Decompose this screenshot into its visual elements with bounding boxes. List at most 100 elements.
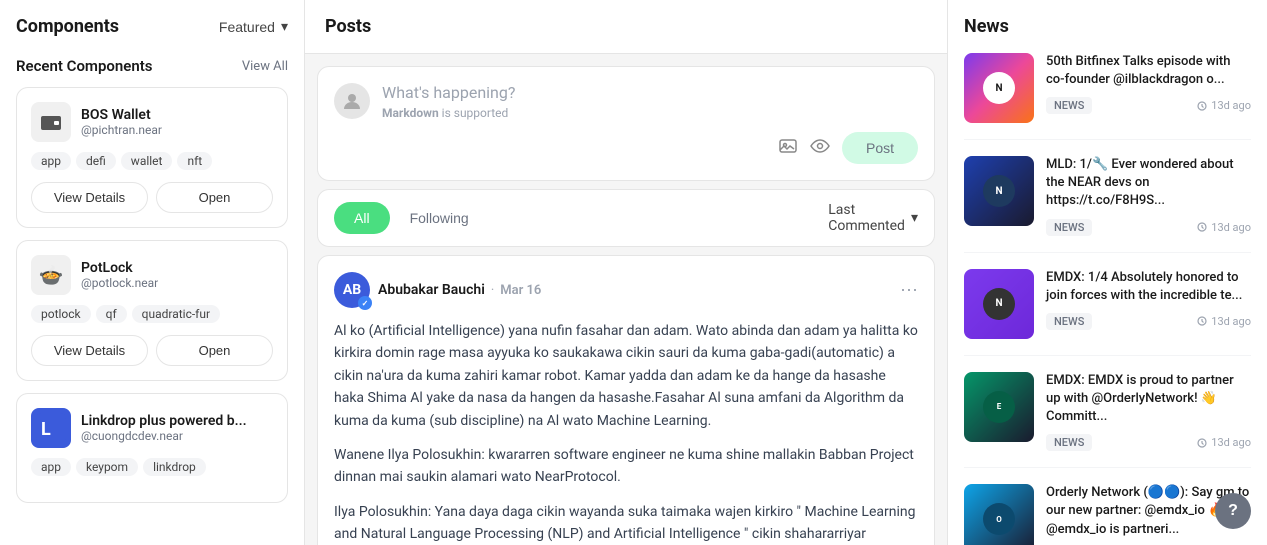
bos-wallet-icon (31, 102, 71, 142)
recent-components-header: Recent Components View All (16, 57, 288, 75)
news-meta-1: NEWS 13d ago (1046, 97, 1251, 114)
news-badge-2: NEWS (1046, 219, 1092, 236)
news-meta-4: NEWS 13d ago (1046, 434, 1251, 451)
news-info-2: MLD: 1/🔧 Ever wondered about the NEAR de… (1046, 156, 1251, 236)
potlock-open-button[interactable]: Open (156, 335, 273, 366)
filter-tabs: All Following (334, 202, 489, 234)
component-card-header: BOS Wallet @pichtran.near (31, 102, 273, 142)
tag-potlock: potlock (31, 305, 91, 323)
main-feed: Posts What's happening? Markdown is supp… (305, 0, 947, 545)
linkdrop-card-header: L Linkdrop plus powered b... @cuongdcdev… (31, 408, 273, 448)
bos-wallet-actions: View Details Open (31, 182, 273, 213)
bos-wallet-open-button[interactable]: Open (156, 182, 273, 213)
potlock-info: PotLock @potlock.near (81, 260, 273, 290)
post-menu-button[interactable]: ⋯ (900, 280, 918, 301)
posts-header: Posts (305, 0, 947, 54)
bos-wallet-tags: app defi wallet nft (31, 152, 273, 170)
compose-markdown-hint: Markdown is supported (382, 106, 918, 120)
post-card: AB ✓ Abubakar Bauchi · Mar 16 ⋯ Al ko (A… (317, 255, 935, 545)
post-author-info: Abubakar Bauchi · Mar 16 (378, 282, 541, 298)
filter-tab-following[interactable]: Following (390, 202, 489, 234)
featured-label: Featured (219, 19, 275, 35)
preview-button[interactable] (810, 136, 830, 161)
sidebar-title: Components (16, 16, 119, 37)
news-info-1: 50th Bitfinex Talks episode with co-foun… (1046, 53, 1251, 123)
potlock-tags: potlock qf quadratic-fur (31, 305, 273, 323)
compose-inner: What's happening? Markdown is supported (334, 83, 918, 120)
linkdrop-handle: @cuongdcdev.near (81, 429, 273, 443)
news-headline-2: MLD: 1/🔧 Ever wondered about the NEAR de… (1046, 156, 1251, 211)
verified-badge: ✓ (358, 296, 372, 310)
component-card-potlock: 🍲 PotLock @potlock.near potlock qf quadr… (16, 240, 288, 381)
sidebar-header: Components Featured ▾ (16, 16, 288, 37)
news-thumb-5: O (964, 484, 1034, 545)
potlock-card-header: 🍲 PotLock @potlock.near (31, 255, 273, 295)
news-headline-4: EMDX: EMDX is proud to partner up with @… (1046, 372, 1251, 427)
potlock-view-details-button[interactable]: View Details (31, 335, 148, 366)
chevron-down-icon: ▾ (281, 18, 288, 35)
news-time-3: 13d ago (1197, 315, 1251, 328)
sort-dropdown[interactable]: LastCommented ▾ (828, 202, 918, 234)
news-meta-2: NEWS 13d ago (1046, 219, 1251, 236)
filter-tab-all[interactable]: All (334, 202, 390, 234)
linkdrop-icon: L (31, 408, 71, 448)
tag-app: app (31, 152, 71, 170)
post-author-name: Abubakar Bauchi · Mar 16 (378, 282, 541, 298)
bos-wallet-view-details-button[interactable]: View Details (31, 182, 148, 213)
news-time-2: 13d ago (1197, 221, 1251, 234)
post-avatar: AB ✓ (334, 272, 370, 308)
news-thumb-4: E (964, 372, 1034, 442)
near-logo-2: N (983, 175, 1015, 207)
compose-actions: Post (334, 132, 918, 164)
recent-components-title: Recent Components (16, 57, 152, 75)
tag-app: app (31, 458, 71, 476)
linkdrop-info: Linkdrop plus powered b... @cuongdcdev.n… (81, 413, 273, 443)
image-upload-button[interactable] (778, 136, 798, 161)
bos-wallet-handle: @pichtran.near (81, 123, 273, 137)
news-badge-4: NEWS (1046, 434, 1092, 451)
news-headline-3: EMDX: 1/4 Absolutely honored to join for… (1046, 269, 1251, 305)
post-paragraph-3: Ilya Polosukhin: Yana daya daga cikin wa… (334, 501, 918, 545)
news-item-4[interactable]: E EMDX: EMDX is proud to partner up with… (964, 372, 1251, 469)
news-item-3[interactable]: N EMDX: 1/4 Absolutely honored to join f… (964, 269, 1251, 356)
news-info-3: EMDX: 1/4 Absolutely honored to join for… (1046, 269, 1251, 339)
sidebar: Components Featured ▾ Recent Components … (0, 0, 305, 545)
post-paragraph-1: Al ko (Artificial Intelligence) yana nuf… (334, 320, 918, 432)
near-logo-4: E (983, 391, 1015, 423)
tag-quadratic-fur: quadratic-fur (132, 305, 220, 323)
potlock-handle: @potlock.near (81, 276, 273, 290)
news-badge-3: NEWS (1046, 313, 1092, 330)
post-paragraph-2: Wanene Ilya Polosukhin: kwararren softwa… (334, 444, 918, 489)
posts-title: Posts (325, 16, 371, 37)
news-item-2[interactable]: N MLD: 1/🔧 Ever wondered about the NEAR … (964, 156, 1251, 253)
news-thumb-3: N (964, 269, 1034, 339)
linkdrop-name: Linkdrop plus powered b... (81, 413, 273, 429)
news-panel: News N 50th Bitfinex Talks episode with … (947, 0, 1267, 545)
bos-wallet-info: BOS Wallet @pichtran.near (81, 107, 273, 137)
post-author: AB ✓ Abubakar Bauchi · Mar 16 (334, 272, 541, 308)
potlock-icon: 🍲 (31, 255, 71, 295)
sort-label: LastCommented (828, 202, 905, 234)
news-item-1[interactable]: N 50th Bitfinex Talks episode with co-fo… (964, 53, 1251, 140)
component-card-linkdrop: L Linkdrop plus powered b... @cuongdcdev… (16, 393, 288, 503)
featured-dropdown[interactable]: Featured ▾ (219, 18, 288, 35)
compose-avatar (334, 83, 370, 119)
tag-defi: defi (76, 152, 116, 170)
news-thumb-1: N (964, 53, 1034, 123)
near-logo-1: N (983, 72, 1015, 104)
potlock-actions: View Details Open (31, 335, 273, 366)
news-title: News (964, 16, 1251, 37)
tag-keypom: keypom (76, 458, 138, 476)
help-button[interactable]: ? (1215, 493, 1251, 529)
news-item-5[interactable]: O Orderly Network (🔵🔵): Say gm to our ne… (964, 484, 1251, 545)
linkdrop-tags: app keypom linkdrop (31, 458, 273, 476)
tag-linkdrop: linkdrop (143, 458, 206, 476)
post-header: AB ✓ Abubakar Bauchi · Mar 16 ⋯ (334, 272, 918, 308)
view-all-link[interactable]: View All (242, 59, 288, 74)
chevron-down-icon: ▾ (911, 210, 918, 226)
compose-area: What's happening? Markdown is supported … (317, 66, 935, 181)
post-button[interactable]: Post (842, 132, 918, 164)
compose-placeholder[interactable]: What's happening? (382, 83, 918, 102)
news-time-1: 13d ago (1197, 99, 1251, 112)
bos-wallet-name: BOS Wallet (81, 107, 273, 123)
